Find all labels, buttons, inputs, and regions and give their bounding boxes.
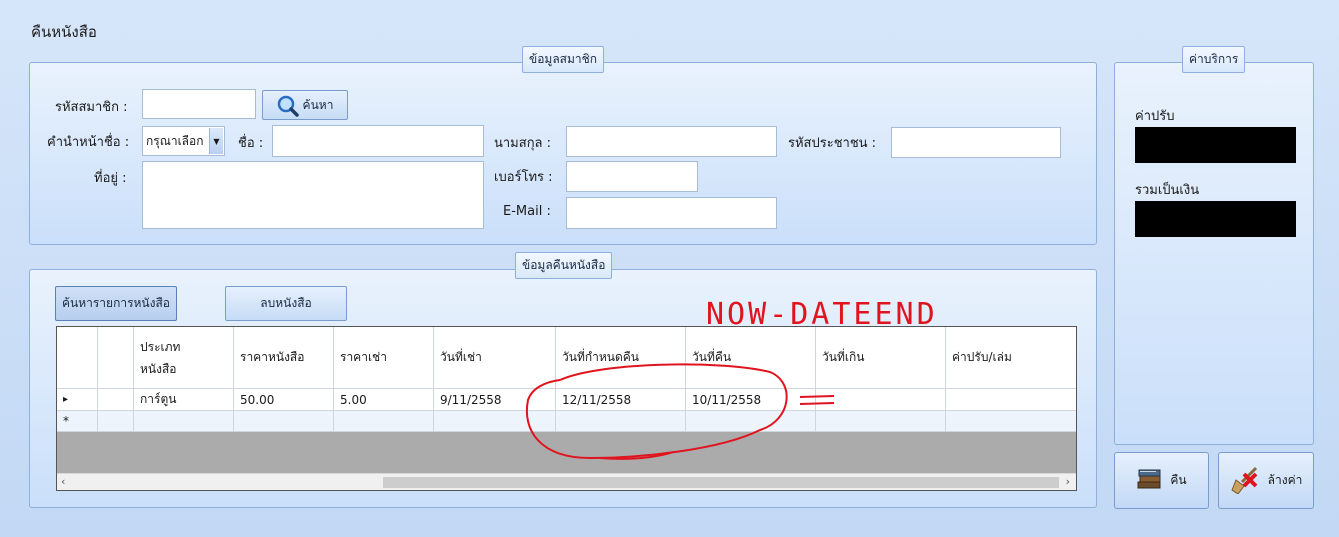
annotation-equals-top	[799, 395, 835, 398]
clear-label: ล้างค่า	[1267, 473, 1303, 487]
annotation-circle	[525, 363, 788, 460]
broom-icon	[1230, 464, 1262, 497]
return-book-label: คืน	[1170, 473, 1187, 487]
return-book-button[interactable]: คืน	[1114, 452, 1209, 509]
books-icon	[1136, 466, 1164, 495]
annotation-text: NOW-DATEEND	[706, 297, 938, 332]
annotation-equals-bottom	[799, 402, 835, 405]
clear-button[interactable]: ล้างค่า	[1218, 452, 1314, 509]
